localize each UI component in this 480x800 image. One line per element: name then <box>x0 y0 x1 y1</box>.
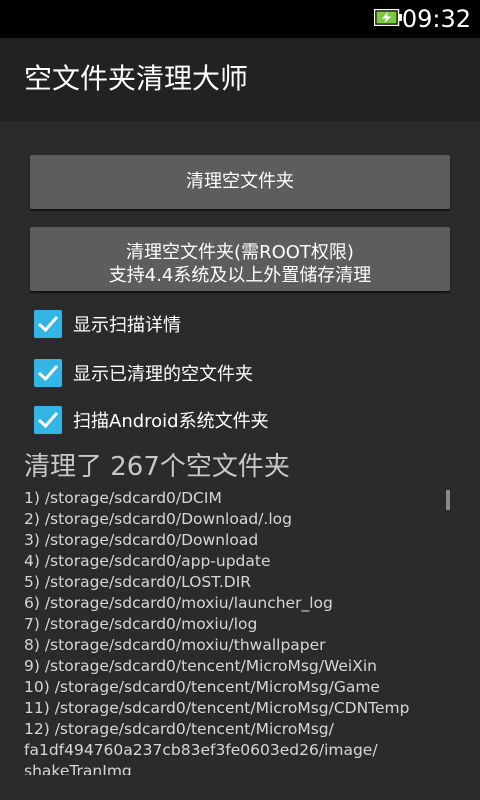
log-line: 7) /storage/sdcard0/moxiu/log <box>24 615 258 633</box>
log-line: 1) /storage/sdcard0/DCIM <box>24 489 222 507</box>
clean-empty-folders-button[interactable]: 清理空文件夹 <box>30 155 450 209</box>
log-line: 4) /storage/sdcard0/app-update <box>24 552 271 570</box>
option-label: 显示扫描详情 <box>73 315 181 336</box>
checkbox-checked-icon[interactable] <box>34 310 62 338</box>
option-scan-android-folders[interactable]: 扫描Android系统文件夹 <box>34 405 269 435</box>
checkbox-checked-icon[interactable] <box>34 359 62 387</box>
log-line: fa1df494760a237cb83ef3fe0603ed26/image/ <box>24 741 378 759</box>
option-label: 扫描Android系统文件夹 <box>73 411 269 432</box>
option-label: 显示已清理的空文件夹 <box>73 364 253 385</box>
log-line: 5) /storage/sdcard0/LOST.DIR <box>24 573 252 591</box>
checkbox-checked-icon[interactable] <box>34 406 62 434</box>
log-scrollbar[interactable] <box>446 490 450 510</box>
clean-root-button-sublabel: 支持4.4系统及以上外置储存清理 <box>108 264 372 286</box>
status-bar: 09:32 <box>0 0 480 38</box>
log-line: 10) /storage/sdcard0/tencent/MicroMsg/Ga… <box>24 678 380 696</box>
app-title: 空文件夹清理大师 <box>24 62 249 95</box>
clean-root-button[interactable]: 清理空文件夹(需ROOT权限) 支持4.4系统及以上外置储存清理 <box>30 227 450 291</box>
log-line: 3) /storage/sdcard0/Download <box>24 531 259 549</box>
cleaned-folder-log[interactable]: 1) /storage/sdcard0/DCIM 2) /storage/sdca… <box>24 488 454 775</box>
action-bar: 空文件夹清理大师 <box>0 38 480 123</box>
log-line: 9) /storage/sdcard0/tencent/MicroMsg/Wei… <box>24 657 377 675</box>
battery-charging-icon <box>374 9 402 26</box>
log-line: 12) /storage/sdcard0/tencent/MicroMsg/ <box>24 720 334 738</box>
log-line: 11) /storage/sdcard0/tencent/MicroMsg/CD… <box>24 699 410 717</box>
option-show-cleaned-folders[interactable]: 显示已清理的空文件夹 <box>34 358 253 388</box>
log-line: shakeTranImg <box>24 762 132 775</box>
clean-summary: 清理了 267个空文件夹 <box>24 452 290 482</box>
log-line: 6) /storage/sdcard0/moxiu/launcher_log <box>24 594 333 612</box>
status-clock: 09:32 <box>401 5 471 33</box>
clean-root-button-label: 清理空文件夹(需ROOT权限) <box>126 241 354 263</box>
log-line: 2) /storage/sdcard0/Download/.log <box>24 510 292 528</box>
option-show-scan-details[interactable]: 显示扫描详情 <box>34 309 181 339</box>
log-line: 8) /storage/sdcard0/moxiu/thwallpaper <box>24 636 326 654</box>
main-content: 清理空文件夹 清理空文件夹(需ROOT权限) 支持4.4系统及以上外置储存清理 … <box>0 123 480 800</box>
